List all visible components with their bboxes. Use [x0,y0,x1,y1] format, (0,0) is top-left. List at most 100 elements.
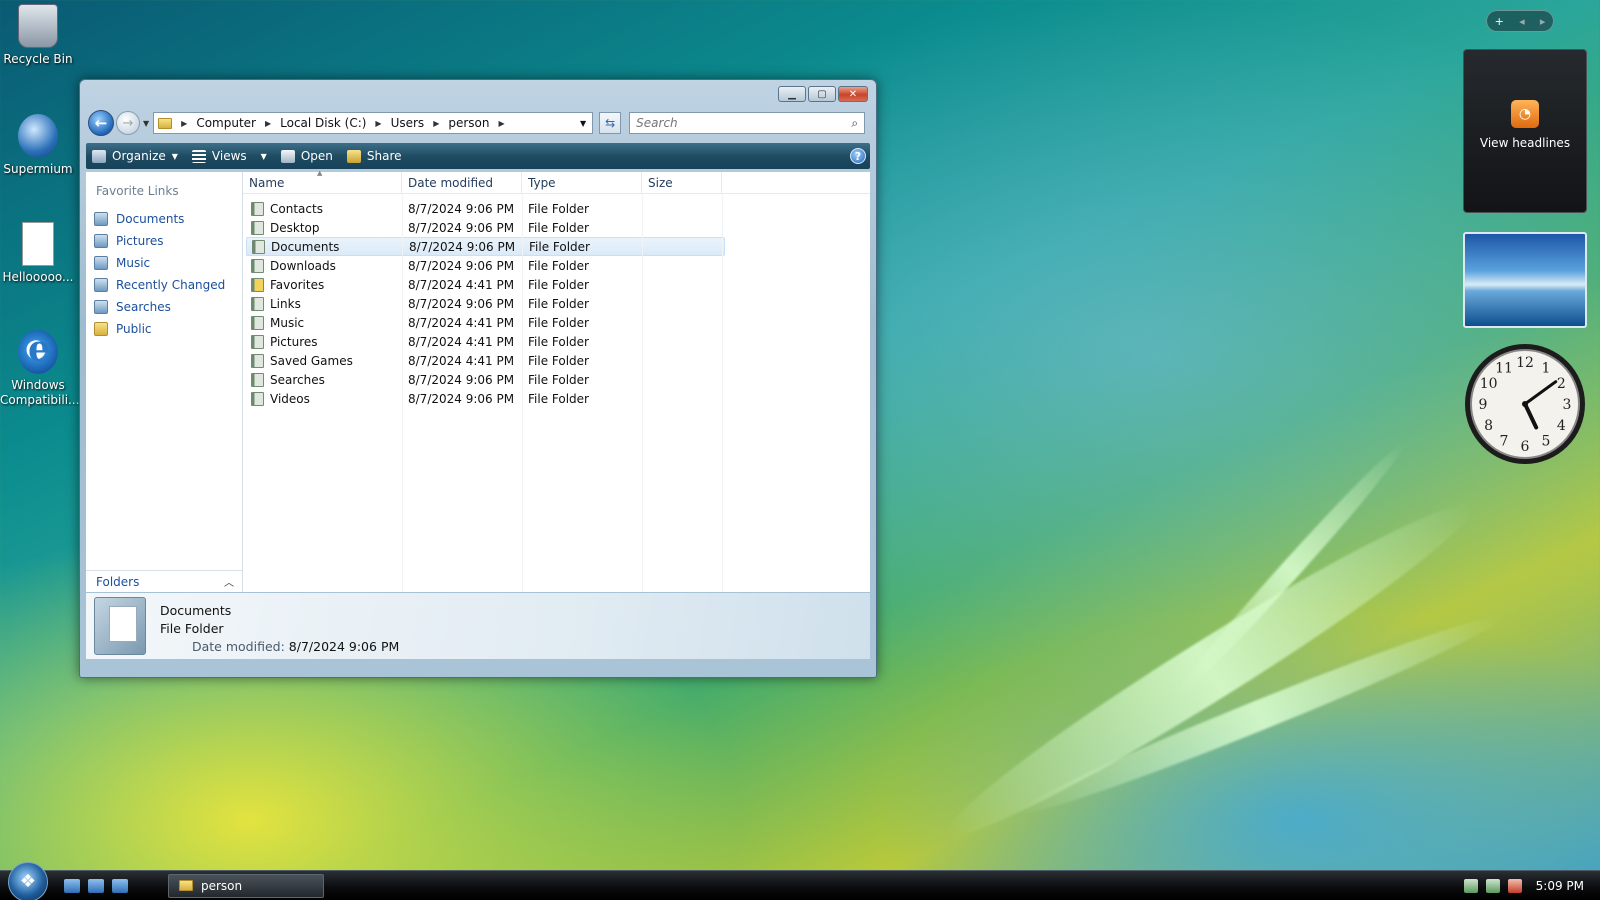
file-name: Pictures [270,334,318,349]
nav-item-pictures[interactable]: Pictures [86,230,242,252]
add-gadget-icon[interactable]: + [1495,15,1504,28]
chevron-right-icon[interactable]: ▶ [265,119,271,128]
back-button[interactable]: ← [88,110,114,136]
chevron-right-icon[interactable]: ▶ [433,119,439,128]
explorer-window: ▁ ▢ ✕ ← → ▼ ▶ Computer ▶ Local Disk (C:)… [79,79,877,678]
desktop-icon-supermium[interactable]: Supermium [0,114,76,176]
desktop-icon-recycle-bin[interactable]: Recycle Bin [0,4,76,66]
file-row[interactable]: Favorites 8/7/2024 4:41 PM File Folder [246,275,725,294]
details-date-label: Date modified: [192,639,285,654]
chevron-right-icon[interactable]: ▶ [181,119,187,128]
file-row[interactable]: Music 8/7/2024 4:41 PM File Folder [246,313,725,332]
file-row[interactable]: Downloads 8/7/2024 9:06 PM File Folder [246,256,725,275]
breadcrumb-item[interactable]: Local Disk (C:) [280,116,366,130]
column-divider [722,194,723,592]
internet-explorer-icon[interactable] [112,878,128,893]
help-icon: ? [854,149,862,163]
refresh-button[interactable]: ⇆ [599,112,622,134]
file-name: Videos [270,391,310,406]
file-row[interactable]: Searches 8/7/2024 9:06 PM File Folder [246,370,725,389]
forward-arrow-icon: → [122,115,134,131]
share-button[interactable]: Share [346,149,402,163]
start-button[interactable]: ❖ [8,861,48,900]
nav-item-music[interactable]: Music [86,252,242,274]
column-header-size[interactable]: Size [642,172,722,193]
nav-item-public[interactable]: Public [86,318,242,340]
file-date-cell: 8/7/2024 9:06 PM [408,201,515,216]
clock-gadget[interactable]: 12 12 3 45678 9 1011 [1463,342,1587,466]
breadcrumb-item[interactable]: Computer [196,116,256,130]
column-header-name[interactable]: Name ▲ [243,169,402,193]
organize-label: Organize [112,149,166,163]
close-button[interactable]: ✕ [838,86,868,102]
recent-pages-dropdown[interactable]: ▼ [143,119,149,128]
nav-item-documents[interactable]: Documents [86,208,242,230]
folder-icon [251,258,264,273]
nav-item-recently-changed[interactable]: Recently Changed [86,274,242,296]
windows-logo-icon: ❖ [19,871,37,892]
organize-icon [92,149,106,163]
breadcrumb-item[interactable]: person [448,116,489,130]
help-button[interactable]: ? [850,148,866,164]
desktop-icon-windows-compatibility[interactable]: Windows Compatibili... [0,328,79,408]
windows-defender-icon[interactable] [1463,878,1478,893]
chevron-right-icon[interactable]: ▶ [498,119,504,128]
chevron-left-icon[interactable]: ◂ [1519,15,1525,28]
volume-muted-icon[interactable] [1507,878,1522,893]
column-header-type[interactable]: Type [522,172,642,193]
wallpaper-streak [931,480,1489,860]
chevron-right-icon[interactable]: ▸ [1540,15,1546,28]
folders-toggle[interactable]: Folders ︿ [86,570,242,592]
address-row: ← → ▼ ▶ Computer ▶ Local Disk (C:) ▶ Use… [88,110,868,136]
minimize-button[interactable]: ▁ [778,86,806,102]
desktop-icon-label: Hellooooo... [2,270,74,284]
file-row[interactable]: Desktop 8/7/2024 9:06 PM File Folder [246,218,725,237]
nav-item-label: Recently Changed [116,278,226,292]
file-row[interactable]: Videos 8/7/2024 9:06 PM File Folder [246,389,725,408]
show-desktop-icon[interactable] [64,878,80,893]
system-tray: 5:09 PM [1463,878,1584,893]
feed-headlines-gadget[interactable]: ◔ View headlines [1463,49,1587,213]
nav-item-searches[interactable]: Searches [86,296,242,318]
organize-button[interactable]: Organize ▼ [92,149,178,163]
taskbar-item-person[interactable]: person [168,873,324,898]
favorite-links-heading: Favorite Links [96,184,179,198]
file-row[interactable]: Saved Games 8/7/2024 4:41 PM File Folder [246,351,725,370]
switch-windows-icon[interactable] [88,878,104,893]
feed-label: View headlines [1479,136,1571,150]
maximize-button[interactable]: ▢ [808,86,836,102]
file-date-cell: 8/7/2024 4:41 PM [408,315,515,330]
folder-icon [158,117,173,129]
slideshow-gadget[interactable] [1463,232,1587,328]
file-row[interactable]: Documents 8/7/2024 9:06 PM File Folder [246,237,725,256]
column-divider [402,194,403,592]
file-row[interactable]: Contacts 8/7/2024 9:06 PM File Folder [246,199,725,218]
address-bar[interactable]: ▶ Computer ▶ Local Disk (C:) ▶ Users ▶ p… [153,112,594,134]
views-button[interactable]: Views ▼ [191,149,267,163]
search-input[interactable] [636,116,852,130]
taskbar-clock[interactable]: 5:09 PM [1536,879,1584,893]
file-row[interactable]: Links 8/7/2024 9:06 PM File Folder [246,294,725,313]
back-arrow-icon: ← [94,114,108,132]
file-type-cell: File Folder [529,239,590,254]
file-date-cell: 8/7/2024 9:06 PM [409,239,516,254]
nav-item-label: Music [116,256,151,270]
clock-number: 6 [1521,439,1530,455]
file-row[interactable]: Pictures 8/7/2024 4:41 PM File Folder [246,332,725,351]
network-icon[interactable] [1485,878,1500,893]
chevron-right-icon[interactable]: ▶ [375,119,381,128]
address-dropdown-icon[interactable]: ▼ [580,119,586,128]
column-header-date-modified[interactable]: Date modified [402,172,522,193]
file-name: Music [270,315,305,330]
file-name-cell: Videos [246,391,402,406]
clock-number: 9 [1479,397,1488,413]
column-label: Date modified [408,175,494,190]
search-icon[interactable]: ⌕ [851,116,858,131]
forward-button[interactable]: → [116,111,140,135]
clock-number: 2 [1557,376,1566,392]
breadcrumb-item[interactable]: Users [391,116,425,130]
desktop-icon-text-file[interactable]: Hellooooo... [0,222,76,284]
text-file-icon [22,222,54,266]
open-button[interactable]: Open [280,149,333,163]
nav-item-label: Searches [116,300,171,314]
